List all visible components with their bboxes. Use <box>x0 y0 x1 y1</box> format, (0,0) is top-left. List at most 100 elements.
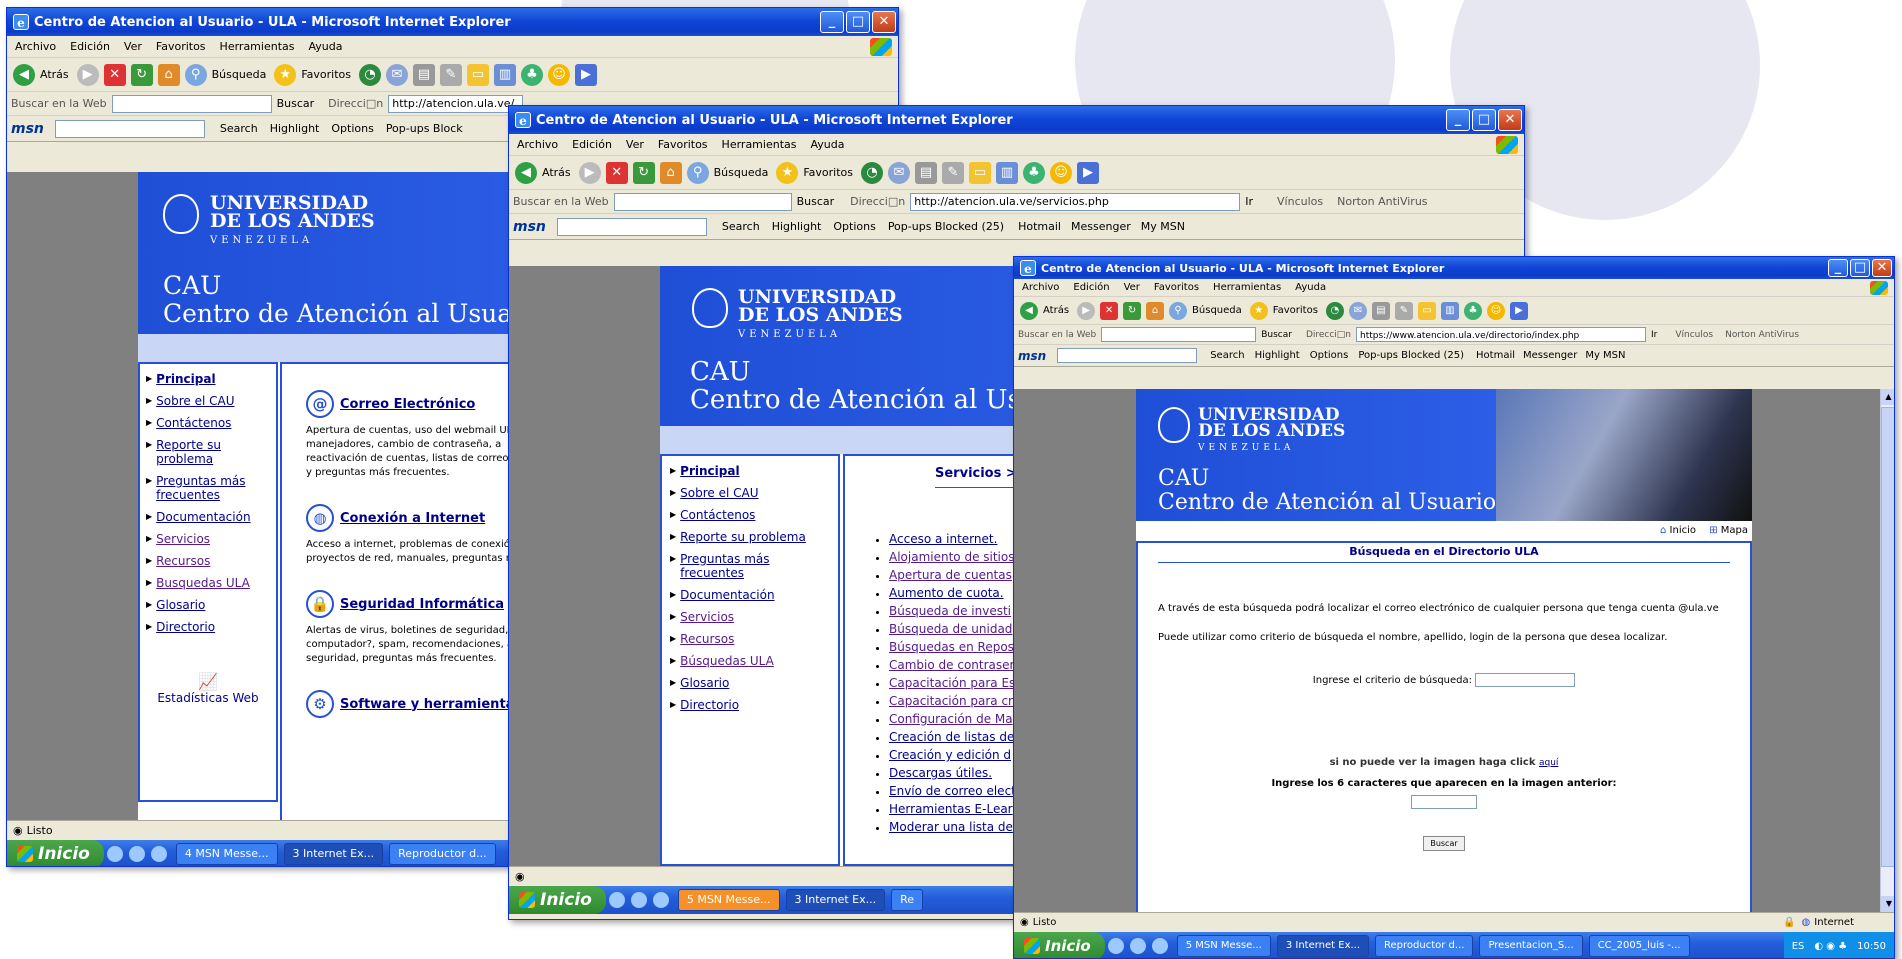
sidebar-item[interactable]: ▶ Recursos <box>146 554 270 568</box>
popup-blocker-button[interactable]: Pop-ups Blocked (25) <box>888 220 1004 233</box>
close-button[interactable]: ✕ <box>1498 109 1522 131</box>
menu-favoritos[interactable]: Favoritos <box>156 40 206 53</box>
messenger-icon[interactable]: ♣ <box>1463 301 1482 320</box>
sidebar-link[interactable]: Preguntas más frecuentes <box>156 474 270 502</box>
media-icon[interactable]: ▶ <box>575 63 597 86</box>
minimize-button[interactable]: _ <box>820 11 844 33</box>
start-button[interactable]: Inicio <box>509 886 606 914</box>
search-web-button[interactable]: Buscar <box>797 195 835 208</box>
stop-icon[interactable]: ✕ <box>1100 301 1119 320</box>
links-label[interactable]: Vínculos <box>1277 195 1323 208</box>
menu-ver[interactable]: Ver <box>626 138 644 151</box>
history-icon[interactable]: ◔ <box>359 63 381 86</box>
menu-edicion[interactable]: Edición <box>70 40 110 53</box>
forward-arrow-icon[interactable]: ▶ <box>578 161 601 184</box>
maximize-button[interactable]: □ <box>846 11 870 33</box>
print-icon[interactable]: ▤ <box>1371 301 1390 320</box>
sidebar-link[interactable]: Reporte su problema <box>680 530 806 544</box>
forward-arrow-icon[interactable]: ▶ <box>1077 301 1096 320</box>
sidebar-link[interactable]: Reporte su problema <box>156 438 270 466</box>
hotmail-button[interactable]: Hotmail <box>1476 350 1515 361</box>
hotmail-button[interactable]: Hotmail <box>1018 220 1061 233</box>
task-internet-explorer[interactable]: 3 Internet Ex... <box>785 889 886 911</box>
smiley-icon[interactable]: ☺ <box>548 63 570 86</box>
menu-herramientas[interactable]: Herramientas <box>1213 282 1281 293</box>
norton-antivirus[interactable]: Norton AntiVirus <box>1337 195 1427 208</box>
task-internet-explorer[interactable]: 3 Internet Ex... <box>1276 935 1370 957</box>
favorites-star-icon[interactable]: ★ <box>776 161 799 184</box>
service-list-link[interactable]: Moderar una lista de <box>889 820 1013 834</box>
msn-search-button[interactable]: Search <box>722 220 760 233</box>
mail-icon[interactable]: ✉ <box>386 63 408 86</box>
sidebar-link[interactable]: Contáctenos <box>156 416 231 430</box>
smiley-icon[interactable]: ☺ <box>1050 161 1072 184</box>
folder-icon[interactable]: ▭ <box>969 161 991 184</box>
search-button[interactable]: Búsqueda <box>1192 305 1242 316</box>
msn-search-button[interactable]: Search <box>220 122 258 135</box>
menu-edicion[interactable]: Edición <box>572 138 612 151</box>
search-button[interactable]: Búsqueda <box>714 166 769 179</box>
sidebar-link[interactable]: Glosario <box>680 676 729 690</box>
search-web-input[interactable] <box>613 192 792 211</box>
menu-archivo[interactable]: Archivo <box>517 138 558 151</box>
search-button[interactable]: Búsqueda <box>212 68 267 81</box>
criteria-input[interactable] <box>1475 673 1576 687</box>
history-icon[interactable]: ◔ <box>861 161 883 184</box>
task-msn-messenger[interactable]: 5 MSN Messe... <box>1176 935 1271 957</box>
sidebar-item[interactable]: ▶ Directorio <box>670 698 830 712</box>
popup-blocker-button[interactable]: Pop-ups Block <box>386 122 463 135</box>
print-icon[interactable]: ▤ <box>413 63 435 86</box>
back-button[interactable]: Atrás <box>1043 305 1069 316</box>
search-web-input[interactable] <box>111 94 272 113</box>
options-button[interactable]: Options <box>331 122 373 135</box>
service-list-link[interactable]: Herramientas E-Lear <box>889 802 1013 816</box>
task-media-player[interactable]: Reproductor d... <box>389 843 496 865</box>
sidebar-link[interactable]: Principal <box>156 372 215 386</box>
directory-search-button[interactable]: Buscar <box>1423 836 1465 851</box>
folder-icon[interactable]: ▭ <box>1417 301 1436 320</box>
stop-icon[interactable]: ✕ <box>605 161 628 184</box>
menu-ver[interactable]: Ver <box>124 40 142 53</box>
highlight-button[interactable]: Highlight <box>270 122 320 135</box>
stop-icon[interactable]: ✕ <box>103 63 126 86</box>
favorites-button[interactable]: Favoritos <box>1273 305 1318 316</box>
messenger-button[interactable]: Messenger <box>1523 350 1577 361</box>
history-icon[interactable]: ◔ <box>1325 301 1344 320</box>
sidebar-link[interactable]: Sobre el CAU <box>156 394 234 408</box>
sidebar-item[interactable]: ▶ Sobre el CAU <box>146 394 270 408</box>
go-button[interactable]: Ir <box>1245 195 1253 208</box>
forward-arrow-icon[interactable]: ▶ <box>76 63 99 86</box>
sidebar-item[interactable]: ▶ Documentación <box>146 510 270 524</box>
service-list-link[interactable]: Descargas útiles. <box>889 766 992 780</box>
edit-icon[interactable]: ✎ <box>440 63 462 86</box>
options-button[interactable]: Options <box>1310 350 1349 361</box>
minimize-button[interactable]: _ <box>1828 259 1848 277</box>
sidebar-item[interactable]: ▶ Sobre el CAU <box>670 486 830 500</box>
menu-ver[interactable]: Ver <box>1124 282 1140 293</box>
research-icon[interactable]: ▥ <box>996 161 1018 184</box>
mail-icon[interactable]: ✉ <box>888 161 910 184</box>
vertical-scrollbar[interactable]: ▲ ▼ <box>1880 389 1894 912</box>
sidebar-link[interactable]: Glosario <box>156 598 205 612</box>
start-button[interactable]: Inicio <box>1014 932 1105 958</box>
quicklaunch-ie-icon[interactable] <box>608 892 625 908</box>
favorites-star-icon[interactable]: ★ <box>1249 301 1268 320</box>
folder-icon[interactable]: ▭ <box>467 63 489 86</box>
service-list-link[interactable]: Búsquedas en Repos <box>889 640 1014 654</box>
menu-herramientas[interactable]: Herramientas <box>220 40 295 53</box>
sidebar-link[interactable]: Principal <box>680 464 739 478</box>
media-icon[interactable]: ▶ <box>1509 301 1528 320</box>
scroll-up-icon[interactable]: ▲ <box>1881 389 1894 405</box>
sidebar-item[interactable]: ▶ Búsquedas ULA <box>670 654 830 668</box>
sidebar-item[interactable]: ▶ Preguntas más frecuentes <box>670 552 830 580</box>
home-link[interactable]: Inicio <box>1670 525 1696 536</box>
task-presentation[interactable]: Presentacion_S... <box>1479 935 1583 957</box>
menu-ayuda[interactable]: Ayuda <box>810 138 844 151</box>
search-web-input[interactable] <box>1101 327 1257 342</box>
smiley-icon[interactable]: ☺ <box>1486 301 1505 320</box>
back-arrow-icon[interactable]: ◀ <box>13 63 35 86</box>
sidebar-item[interactable]: ▶ Directorio <box>146 620 270 634</box>
sidebar-link[interactable]: Preguntas más frecuentes <box>680 552 830 580</box>
sidebar-link[interactable]: Servicios <box>156 532 210 546</box>
service-list-link[interactable]: Apertura de cuentas <box>889 568 1012 582</box>
